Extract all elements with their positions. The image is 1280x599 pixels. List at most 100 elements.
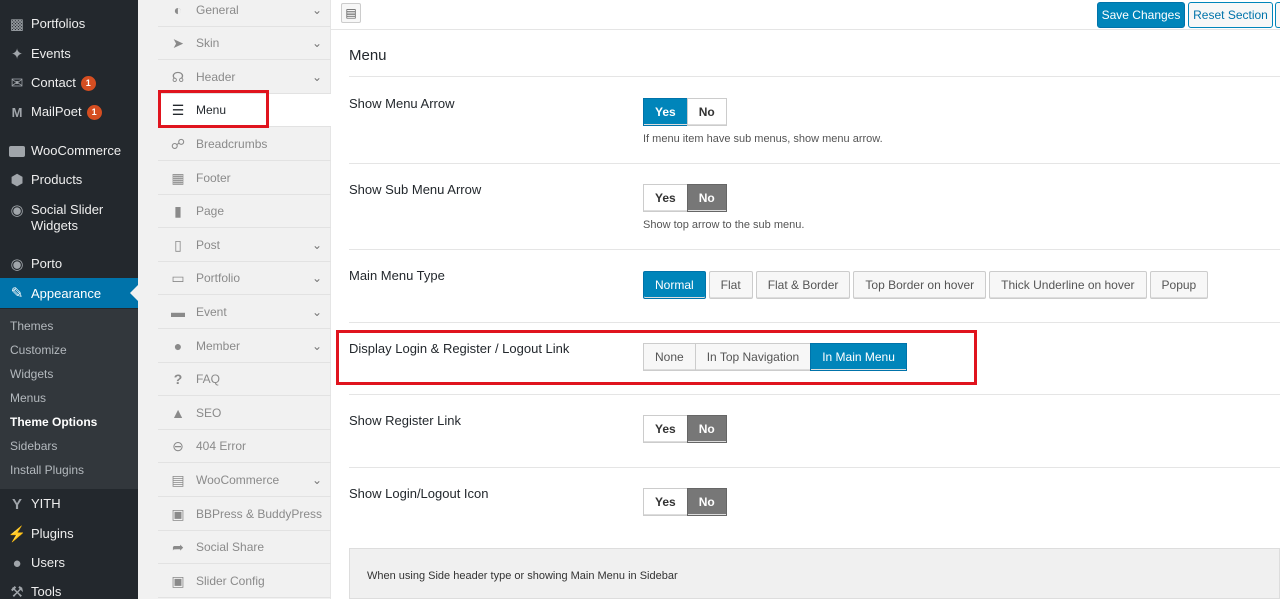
admin-menu-yith[interactable]: Y YITH (0, 495, 138, 513)
gauge-icon: ◐ (173, 2, 183, 18)
brush-icon: ✎ (10, 285, 24, 302)
submenu-theme-options[interactable]: Theme Options (10, 415, 97, 429)
portfolio-icon: ▩ (9, 16, 25, 33)
submenu-themes[interactable]: Themes (10, 319, 53, 333)
nav-item-event[interactable]: ▬ Event ⌄ (158, 296, 331, 329)
no-button[interactable]: No (686, 488, 727, 516)
nav-label: Social Share (196, 540, 265, 554)
show-login-icon-toggle: Yes No (643, 488, 727, 516)
admin-menu-mailpoet[interactable]: M MailPoet 1 (0, 103, 138, 121)
nav-label: Post (196, 238, 221, 252)
menu-type-flat[interactable]: Flat (708, 271, 753, 299)
reset-all-button[interactable] (1275, 2, 1280, 28)
link-icon: ☍ (170, 135, 186, 152)
admin-menu-products[interactable]: ⬢ Products (0, 171, 138, 189)
menu-type-flat-border[interactable]: Flat & Border (755, 271, 851, 299)
submenu-sidebars[interactable]: Sidebars (10, 439, 57, 453)
yes-button[interactable]: Yes (643, 98, 688, 126)
save-changes-button[interactable]: Save Changes (1097, 2, 1185, 28)
menu-type-popup[interactable]: Popup (1149, 271, 1209, 299)
reset-section-button[interactable]: Reset Section (1188, 2, 1273, 28)
admin-menu-tools[interactable]: ⚒ Tools (0, 583, 138, 599)
submenu-widgets[interactable]: Widgets (10, 367, 53, 381)
option-label-show-menu-arrow: Show Menu Arrow (349, 96, 455, 111)
admin-menu-contact[interactable]: ✉ Contact 1 (0, 74, 138, 92)
nav-label: Header (196, 70, 236, 84)
nav-item-bbpress[interactable]: ▣ BBPress & BuddyPress (158, 498, 331, 531)
notification-badge: 1 (86, 105, 102, 120)
admin-menu-portfolios[interactable]: ▩ Portfolios (0, 15, 138, 33)
nav-item-slider-config[interactable]: ▣ Slider Config (158, 565, 331, 598)
admin-menu-woocommerce[interactable]: WooCommerce (0, 142, 138, 160)
no-button[interactable]: No (686, 415, 727, 443)
nav-item-page[interactable]: ▮ Page (158, 195, 331, 228)
chevron-down-icon: ⌄ (311, 36, 322, 50)
option-label-show-register-link: Show Register Link (349, 413, 461, 428)
buddypress-icon: ▣ (171, 505, 185, 522)
yes-button[interactable]: Yes (643, 415, 688, 443)
share-icon: ➦ (172, 538, 184, 555)
headphones-icon: ☊ (171, 68, 185, 85)
admin-menu-plugins[interactable]: ⚡ Plugins (0, 525, 138, 543)
highlight-box-menu-nav (158, 90, 269, 128)
main-menu-type-selector: Normal Flat Flat & Border Top Border on … (643, 271, 1211, 299)
plug-icon: ⚡ (7, 526, 27, 543)
nav-item-breadcrumbs[interactable]: ☍ Breadcrumbs (158, 128, 331, 161)
nav-item-general[interactable]: ◐ General ⌄ (158, 0, 331, 27)
nav-label: FAQ (196, 372, 221, 386)
footer-icon: ▦ (171, 169, 185, 186)
nav-item-woocommerce[interactable]: ▤ WooCommerce ⌄ (158, 464, 331, 497)
expand-options-icon[interactable]: ▤ (341, 3, 361, 23)
admin-menu-users[interactable]: ● Users (0, 554, 138, 572)
nav-label: Slider Config (196, 574, 265, 588)
nav-item-seo[interactable]: ▲ SEO (158, 397, 331, 430)
document-icon: ▯ (174, 236, 182, 253)
nav-item-footer[interactable]: ▦ Footer (158, 162, 331, 195)
info-note: When using Side header type or showing M… (349, 548, 1280, 599)
brush-icon: ➤ (172, 34, 184, 51)
options-toolbar: ▤ Save Changes Reset Section (331, 0, 1280, 30)
pin-icon: ✦ (10, 46, 24, 63)
divider (349, 394, 1280, 395)
options-panel: ▤ Save Changes Reset Section Menu Show M… (331, 0, 1280, 599)
nav-item-skin[interactable]: ➤ Skin ⌄ (158, 27, 331, 60)
submenu-menus[interactable]: Menus (10, 391, 46, 405)
section-title: Menu (349, 47, 387, 64)
monitor-icon: ▭ (171, 269, 185, 286)
submenu-install-plugins[interactable]: Install Plugins (10, 463, 84, 477)
option-description: If menu item have sub menus, show menu a… (643, 133, 883, 145)
no-button[interactable]: No (686, 184, 727, 212)
nav-label: Event (196, 305, 227, 319)
mail-icon: ✉ (10, 75, 24, 92)
nav-label: Page (196, 204, 225, 218)
option-label-main-menu-type: Main Menu Type (349, 268, 445, 283)
submenu-customize[interactable]: Customize (10, 343, 67, 357)
nav-item-404-error[interactable]: ⊖ 404 Error (158, 430, 331, 463)
nav-label: SEO (196, 406, 222, 420)
nav-item-portfolio[interactable]: ▭ Portfolio ⌄ (158, 262, 331, 295)
option-label-show-sub-menu-arrow: Show Sub Menu Arrow (349, 182, 482, 197)
nav-item-social-share[interactable]: ➦ Social Share (158, 531, 331, 564)
option-description: Show top arrow to the sub menu. (643, 219, 805, 231)
admin-menu-appearance[interactable]: ✎ Appearance (0, 278, 138, 308)
menu-type-normal[interactable]: Normal (643, 271, 706, 299)
divider (349, 163, 1280, 164)
admin-menu-social-slider[interactable]: ◉ Social Slider Widgets (0, 201, 138, 234)
nav-item-faq[interactable]: ? FAQ (158, 363, 331, 396)
info-note-text: When using Side header type or showing M… (367, 570, 678, 582)
nav-label: 404 Error (196, 439, 247, 453)
yes-button[interactable]: Yes (643, 184, 688, 212)
admin-sidebar: ▩ Portfolios ✦ Events ✉ Contact 1 M MailP… (0, 0, 138, 599)
admin-menu-porto[interactable]: ◉ Porto (0, 255, 138, 273)
yes-button[interactable]: Yes (643, 488, 688, 516)
chevron-down-icon: ⌄ (311, 473, 322, 487)
menu-type-thick-underline[interactable]: Thick Underline on hover (989, 271, 1147, 299)
chevron-down-icon: ⌄ (311, 3, 322, 17)
admin-menu-events[interactable]: ✦ Events (0, 45, 138, 63)
divider (349, 322, 1280, 323)
chevron-down-icon: ⌄ (311, 339, 322, 353)
menu-type-top-border[interactable]: Top Border on hover (853, 271, 987, 299)
no-button[interactable]: No (686, 98, 727, 126)
nav-item-post[interactable]: ▯ Post ⌄ (158, 229, 331, 262)
nav-item-member[interactable]: ● Member ⌄ (158, 330, 331, 363)
